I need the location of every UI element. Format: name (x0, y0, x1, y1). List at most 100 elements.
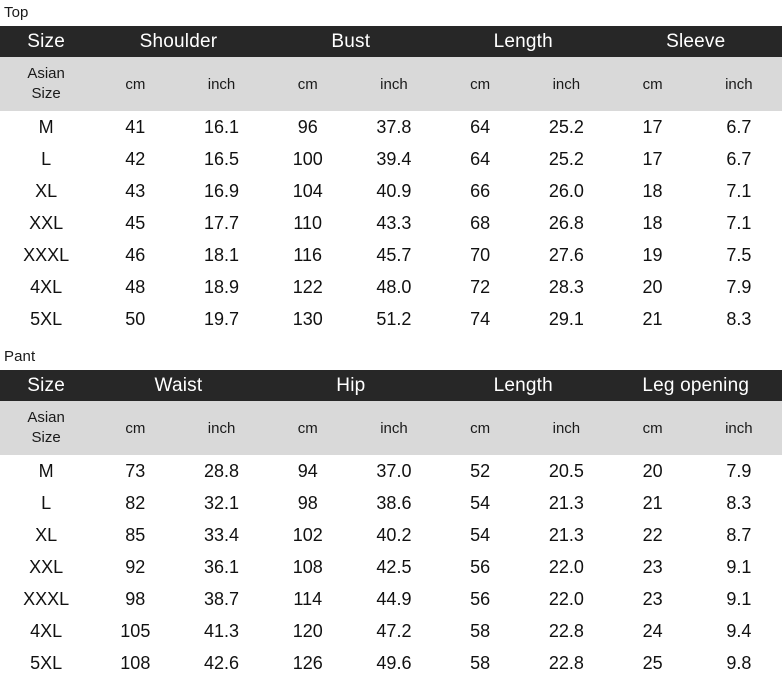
cell-shoulder-inch: 16.9 (178, 175, 265, 207)
cell-legopening-cm: 21 (609, 487, 696, 519)
cell-waist-cm: 85 (92, 519, 179, 551)
table-row: XL 85 33.4 102 40.2 54 21.3 22 8.7 (0, 519, 782, 551)
table-group-header-row-top: Size Shoulder Bust Length Sleeve (0, 26, 782, 57)
cell-size: 5XL (0, 303, 93, 335)
cell-bust-inch: 45.7 (350, 239, 438, 271)
cell-sleeve-cm: 17 (609, 143, 696, 175)
column-group-header-sleeve: Sleeve (609, 26, 782, 57)
cell-legopening-inch: 7.9 (695, 455, 782, 487)
column-group-header-waist: Waist (92, 370, 265, 401)
cell-length-inch: 25.2 (523, 143, 610, 175)
cell-waist-cm: 73 (92, 455, 179, 487)
cell-legopening-cm: 23 (609, 583, 696, 615)
cell-shoulder-cm: 50 (92, 303, 179, 335)
column-group-header-bust: Bust (264, 26, 438, 57)
cell-length-cm: 54 (437, 519, 524, 551)
table-row: 4XL 105 41.3 120 47.2 58 22.8 24 9.4 (0, 615, 782, 647)
table-row: M 41 16.1 96 37.8 64 25.2 17 6.7 (0, 111, 782, 143)
unit-header-length-inch: inch (523, 401, 610, 455)
cell-waist-cm: 105 (92, 615, 179, 647)
cell-sleeve-inch: 8.3 (695, 303, 782, 335)
cell-length-inch: 22.0 (523, 551, 610, 583)
cell-bust-inch: 40.9 (350, 175, 438, 207)
size-chart-page: Top Size Shoulder Bust Length Sleeve Asi… (0, 0, 782, 679)
cell-bust-cm: 110 (264, 207, 351, 239)
cell-legopening-inch: 9.4 (695, 615, 782, 647)
unit-header-shoulder-inch: inch (178, 57, 265, 111)
table-body-pant: M 73 28.8 94 37.0 52 20.5 20 7.9 L 82 32… (0, 455, 782, 679)
unit-header-legopening-inch: inch (695, 401, 782, 455)
cell-size: XXL (0, 207, 93, 239)
column-group-header-length: Length (437, 26, 610, 57)
cell-legopening-inch: 9.1 (695, 551, 782, 583)
cell-length-cm: 58 (437, 647, 524, 679)
cell-size: 5XL (0, 647, 93, 679)
unit-header-length-inch: inch (523, 57, 610, 111)
cell-sleeve-inch: 7.1 (695, 175, 782, 207)
cell-length-inch: 22.0 (523, 583, 610, 615)
cell-sleeve-cm: 18 (609, 175, 696, 207)
cell-legopening-inch: 8.3 (695, 487, 782, 519)
cell-legopening-cm: 25 (609, 647, 696, 679)
unit-header-waist-inch: inch (178, 401, 265, 455)
asian-size-line-1: Asian (27, 409, 65, 426)
cell-length-cm: 72 (437, 271, 524, 303)
cell-sleeve-cm: 20 (609, 271, 696, 303)
cell-legopening-inch: 8.7 (695, 519, 782, 551)
unit-header-legopening-cm: cm (609, 401, 696, 455)
cell-size: M (0, 455, 93, 487)
cell-sleeve-inch: 7.5 (695, 239, 782, 271)
cell-length-inch: 27.6 (523, 239, 610, 271)
cell-length-cm: 74 (437, 303, 524, 335)
table-body-top: M 41 16.1 96 37.8 64 25.2 17 6.7 L 42 16… (0, 111, 782, 335)
cell-size: XXXL (0, 239, 93, 271)
cell-length-inch: 26.8 (523, 207, 610, 239)
cell-bust-inch: 48.0 (350, 271, 438, 303)
unit-header-sleeve-cm: cm (609, 57, 696, 111)
cell-hip-cm: 108 (264, 551, 351, 583)
cell-hip-inch: 38.6 (350, 487, 438, 519)
table-row: XXXL 46 18.1 116 45.7 70 27.6 19 7.5 (0, 239, 782, 271)
cell-legopening-inch: 9.1 (695, 583, 782, 615)
section-label-pant: Pant (4, 348, 36, 365)
cell-hip-cm: 114 (264, 583, 351, 615)
cell-shoulder-cm: 45 (92, 207, 179, 239)
unit-header-bust-inch: inch (350, 57, 438, 111)
cell-shoulder-cm: 42 (92, 143, 179, 175)
cell-length-inch: 29.1 (523, 303, 610, 335)
cell-bust-cm: 100 (264, 143, 351, 175)
cell-sleeve-inch: 6.7 (695, 143, 782, 175)
cell-bust-cm: 122 (264, 271, 351, 303)
table-row: 5XL 108 42.6 126 49.6 58 22.8 25 9.8 (0, 647, 782, 679)
cell-length-inch: 22.8 (523, 647, 610, 679)
cell-bust-cm: 116 (264, 239, 351, 271)
cell-size: L (0, 487, 93, 519)
column-group-header-hip: Hip (264, 370, 438, 401)
unit-header-sleeve-inch: inch (695, 57, 782, 111)
cell-size: 4XL (0, 271, 93, 303)
cell-size: L (0, 143, 93, 175)
cell-hip-inch: 49.6 (350, 647, 438, 679)
cell-sleeve-cm: 21 (609, 303, 696, 335)
cell-length-inch: 26.0 (523, 175, 610, 207)
cell-length-cm: 56 (437, 583, 524, 615)
asian-size-line-2: Size (31, 85, 61, 102)
cell-length-inch: 20.5 (523, 455, 610, 487)
cell-length-cm: 70 (437, 239, 524, 271)
cell-bust-inch: 37.8 (350, 111, 438, 143)
cell-waist-inch: 42.6 (178, 647, 265, 679)
unit-header-length-cm: cm (437, 57, 524, 111)
cell-shoulder-inch: 16.1 (178, 111, 265, 143)
cell-hip-cm: 102 (264, 519, 351, 551)
size-table-top: Size Shoulder Bust Length Sleeve Asian S… (0, 26, 782, 335)
table-group-header-row-pant: Size Waist Hip Length Leg opening (0, 370, 782, 401)
cell-shoulder-cm: 48 (92, 271, 179, 303)
column-header-asian-size: Asian Size (0, 57, 93, 111)
cell-sleeve-cm: 17 (609, 111, 696, 143)
cell-length-inch: 28.3 (523, 271, 610, 303)
cell-sleeve-cm: 19 (609, 239, 696, 271)
cell-length-cm: 56 (437, 551, 524, 583)
cell-length-cm: 52 (437, 455, 524, 487)
cell-bust-cm: 96 (264, 111, 351, 143)
cell-waist-cm: 92 (92, 551, 179, 583)
